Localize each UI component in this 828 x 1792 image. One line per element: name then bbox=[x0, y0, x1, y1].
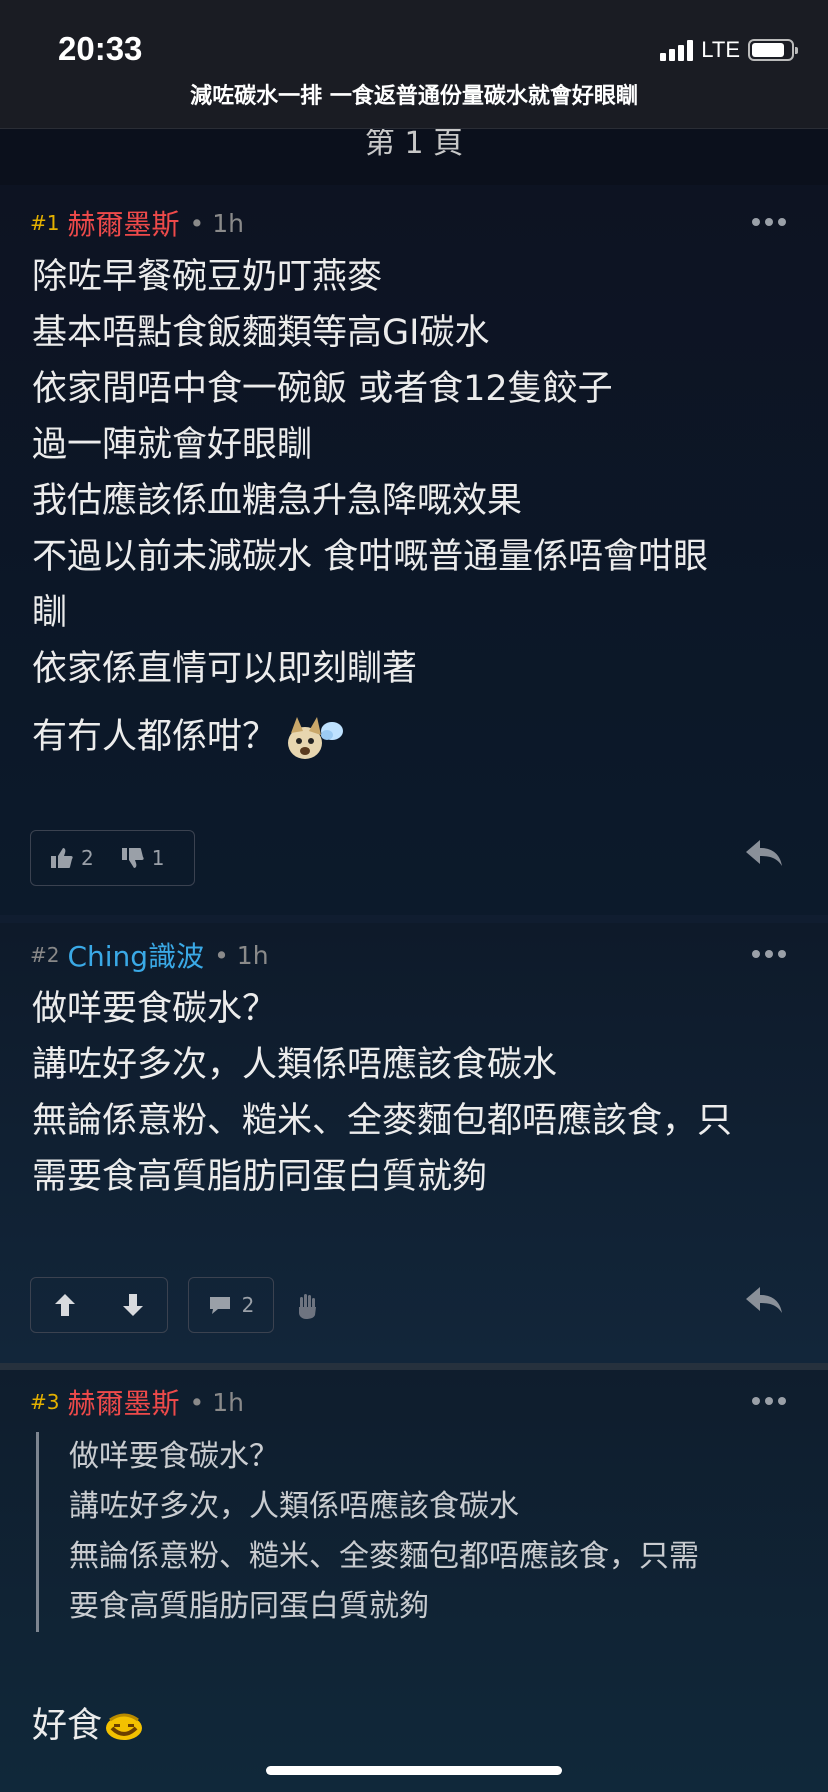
status-bar: 20:33 LTE 減咗碳水一排 一食返普通份量碳水就會好眼瞓 bbox=[0, 0, 828, 129]
quote-line: 無論係意粉、糙米、全麥麵包都唔應該食，只需 bbox=[69, 1539, 699, 1574]
quote-line: 講咗好多次，人類係唔應該食碳水 bbox=[69, 1489, 519, 1524]
content-line: 好食 bbox=[32, 1698, 798, 1754]
post-number: #3 bbox=[30, 1390, 60, 1414]
drooling-emoji-icon bbox=[106, 1713, 143, 1740]
post-time: • 1h bbox=[189, 208, 244, 238]
battery-icon bbox=[748, 39, 798, 61]
dislike-count: 1 bbox=[151, 846, 165, 870]
content-line: 依家間唔中食一碗飯 或者食12隻餃子 bbox=[32, 369, 613, 409]
like-count: 2 bbox=[81, 846, 94, 870]
post-header: #2 Ching識波 • 1h bbox=[30, 935, 269, 975]
post-divider bbox=[0, 915, 828, 923]
content-line: 除咗早餐碗豆奶叮燕麥 bbox=[32, 257, 383, 297]
more-options-icon[interactable] bbox=[752, 218, 786, 226]
content-line: 我估應該係血糖急升急降嘅效果 bbox=[32, 481, 523, 521]
username-link[interactable]: 赫爾墨斯 bbox=[67, 1382, 179, 1422]
thumbs-up-icon[interactable] bbox=[51, 848, 73, 868]
post-header: #1 赫爾墨斯 • 1h bbox=[30, 203, 244, 243]
post-time: • 1h bbox=[189, 1387, 244, 1417]
quote-line: 要食高質脂肪同蛋白質就夠 bbox=[69, 1589, 429, 1624]
content-line: 過一陣就會好眼瞓 bbox=[32, 425, 313, 465]
content-line: 瞓 bbox=[32, 593, 68, 633]
more-options-icon[interactable] bbox=[752, 950, 786, 958]
thread-title: 減咗碳水一排 一食返普通份量碳水就會好眼瞓 bbox=[190, 84, 638, 109]
content-line: 講咗好多次，人類係唔應該食碳水 bbox=[32, 1045, 558, 1085]
reply-icon[interactable] bbox=[744, 1285, 784, 1315]
network-label: LTE bbox=[701, 37, 740, 62]
home-indicator[interactable] bbox=[266, 1766, 562, 1775]
thumbs-down-icon[interactable] bbox=[121, 848, 144, 868]
post-time: • 1h bbox=[214, 940, 269, 970]
arrow-up-icon[interactable] bbox=[55, 1294, 75, 1316]
content-line: 不過以前未減碳水 食咁嘅普通量係唔會咁眼 bbox=[32, 537, 709, 577]
vote-box: 2 1 bbox=[30, 830, 195, 886]
content-text: 有冇人都係咁？ bbox=[32, 717, 278, 757]
post-number: #1 bbox=[30, 211, 60, 235]
content-line: 基本唔點食飯麵類等高GI碳水 bbox=[32, 313, 490, 353]
arrow-down-icon[interactable] bbox=[123, 1294, 143, 1316]
signal-icon bbox=[660, 39, 694, 61]
comment-icon bbox=[209, 1297, 230, 1314]
post-number: #2 bbox=[30, 943, 60, 967]
username-link[interactable]: 赫爾墨斯 bbox=[67, 203, 179, 243]
vote-box bbox=[30, 1277, 168, 1333]
post-2: #2 Ching識波 • 1h 做咩要食碳水？ 講咗好多次，人類係唔應該食碳水 … bbox=[0, 923, 828, 1363]
content-line: 依家係直情可以即刻瞓著 bbox=[32, 649, 418, 689]
comments-button[interactable]: 2 bbox=[188, 1277, 274, 1333]
post-content: 做咩要食碳水？ 講咗好多次，人類係唔應該食碳水 無論係意粉、糙米、全麥麵包都唔應… bbox=[32, 981, 798, 1205]
hand-icon[interactable] bbox=[296, 1293, 320, 1319]
content-line: 做咩要食碳水？ bbox=[32, 989, 278, 1029]
post-1: #1 赫爾墨斯 • 1h 除咗早餐碗豆奶叮燕麥 基本唔點食飯麵類等高GI碳水 依… bbox=[0, 185, 828, 915]
post-3: #3 赫爾墨斯 • 1h 做咩要食碳水？ 講咗好多次，人類係唔應該食碳水 無論係… bbox=[0, 1370, 828, 1792]
post-content: 好食 bbox=[32, 1698, 798, 1754]
comment-count: 2 bbox=[241, 1293, 255, 1317]
username-link[interactable]: Ching識波 bbox=[67, 935, 204, 975]
more-options-icon[interactable] bbox=[752, 1397, 786, 1405]
reply-icon[interactable] bbox=[744, 838, 784, 868]
dog-emoji-icon bbox=[288, 717, 344, 759]
quote-line: 做咩要食碳水？ bbox=[69, 1439, 279, 1474]
post-header: #3 赫爾墨斯 • 1h bbox=[30, 1382, 244, 1422]
status-icons: LTE bbox=[660, 36, 798, 64]
content-line: 無論係意粉、糙米、全麥麵包都唔應該食，只 bbox=[32, 1101, 733, 1141]
clock: 20:33 bbox=[58, 30, 143, 67]
quoted-post: 做咩要食碳水？ 講咗好多次，人類係唔應該食碳水 無論係意粉、糙米、全麥麵包都唔應… bbox=[36, 1432, 798, 1632]
content-line: 有冇人都係咁？ bbox=[32, 709, 798, 765]
content-text: 好食 bbox=[32, 1706, 103, 1746]
content-line: 需要食高質脂肪同蛋白質就夠 bbox=[32, 1157, 488, 1197]
post-content: 除咗早餐碗豆奶叮燕麥 基本唔點食飯麵類等高GI碳水 依家間唔中食一碗飯 或者食1… bbox=[32, 249, 798, 765]
